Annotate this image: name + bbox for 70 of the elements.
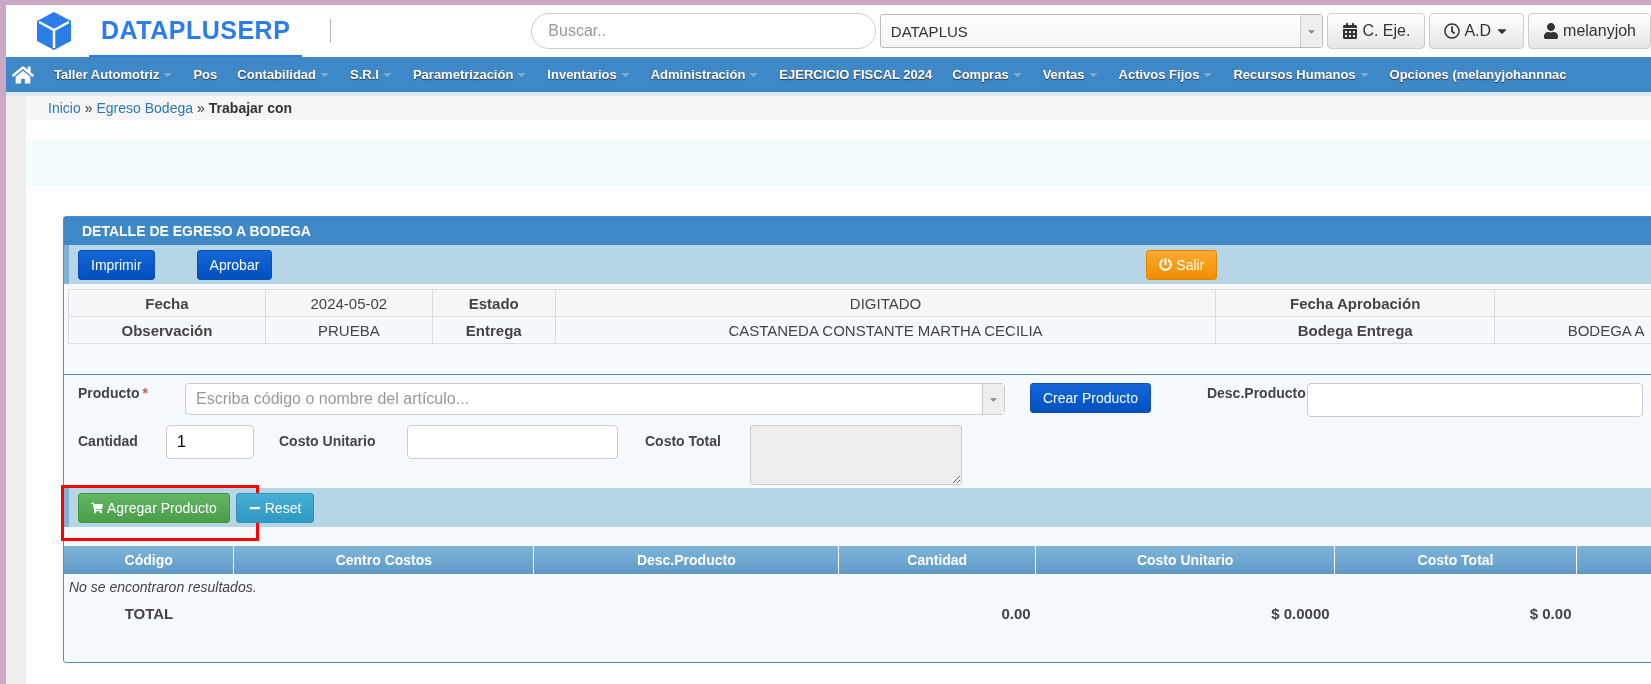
panel-title: DETALLE DE EGRESO A BODEGA: [64, 217, 1651, 245]
empty-message: No se encontraron resultados.: [64, 574, 1651, 600]
menu-item[interactable]: S.R.I: [340, 67, 403, 82]
field-label: Bodega Entrega: [1215, 316, 1495, 344]
product-select[interactable]: Escriba código o nombre del artículo...: [185, 383, 1005, 415]
breadcrumb-separator: »: [197, 100, 205, 116]
menu-item[interactable]: Taller Automotriz: [44, 67, 184, 82]
field-label: Cantidad: [78, 432, 139, 449]
field-label: Fecha: [68, 289, 266, 317]
text-area[interactable]: [750, 425, 962, 485]
cube-logo-icon: [35, 11, 73, 51]
brand-name: DATAPLUSERP: [101, 15, 291, 45]
breadcrumb-link[interactable]: Inicio: [48, 100, 81, 116]
field-label: Observación: [68, 316, 266, 344]
user-button[interactable]: melanyjoh: [1528, 13, 1651, 49]
menu-item[interactable]: Ventas: [1032, 67, 1109, 82]
clock-icon: [1444, 23, 1461, 39]
menu-item[interactable]: Opciones (melanyjohannnac: [1379, 67, 1577, 82]
field-value: CASTANEDA CONSTANTE MARTHA CECILIA: [555, 316, 1216, 344]
menu-item[interactable]: Parametrización: [402, 67, 538, 82]
column-header: Código: [64, 546, 234, 574]
power-icon: [1159, 258, 1173, 271]
column-header: Costo Unitario: [1035, 546, 1335, 574]
breadcrumb-separator: »: [84, 100, 93, 116]
column-header: Centro Costos: [233, 546, 534, 574]
clock-button[interactable]: A.D: [1429, 13, 1525, 49]
total-label: TOTAL: [123, 604, 175, 624]
page-title-text: Trabajar con: [208, 100, 293, 116]
column-header: Cantidad: [838, 546, 1036, 574]
action-button[interactable]: Agregar Producto: [78, 492, 230, 523]
calendar-button[interactable]: C. Eje.: [1327, 13, 1426, 49]
menu-item[interactable]: Contabilidad: [227, 67, 340, 82]
action-button[interactable]: Reset: [235, 492, 315, 523]
field-label: Entrega: [432, 316, 556, 344]
total-cell-text: $ 0.00: [1528, 604, 1573, 624]
calendar-icon: [1342, 23, 1359, 39]
field-label: Producto *: [78, 384, 149, 401]
company-select[interactable]: DATAPLUS: [879, 14, 1324, 48]
create-product-button[interactable]: Crear Producto: [1030, 383, 1151, 413]
toolbar-button[interactable]: Salir: [1146, 249, 1218, 280]
field-label: Costo Total: [645, 432, 722, 449]
column-header: Costo Total: [1334, 546, 1577, 574]
menu-item[interactable]: Inventarios: [537, 67, 641, 82]
field-value: PRUEBA: [265, 316, 433, 344]
input-field[interactable]: [1306, 383, 1643, 417]
menu-item[interactable]: Administración: [640, 67, 770, 82]
menu-item[interactable]: EJERCICIO FISCAL 2024: [769, 67, 943, 82]
field-value: BODEGA A: [1494, 316, 1651, 344]
menu-item[interactable]: Recursos Humanos: [1223, 67, 1380, 82]
field-label: Fecha Aprobación: [1215, 289, 1495, 317]
field-value: DIGITADO: [555, 289, 1216, 317]
home-icon[interactable]: [12, 63, 34, 86]
total-cell-text: 0.00: [1000, 604, 1032, 624]
input-field[interactable]: 1: [166, 425, 254, 459]
search-field[interactable]: Buscar..: [531, 13, 876, 49]
field-value: 2024-05-02: [265, 289, 433, 317]
toolbar-button[interactable]: Imprimir: [78, 249, 155, 280]
input-field[interactable]: [407, 425, 618, 459]
field-label: Desc.Producto: [1206, 384, 1307, 401]
total-cell-text: $ 0.0000: [1270, 604, 1331, 624]
menu-item[interactable]: Compras: [942, 67, 1033, 82]
breadcrumb-link[interactable]: Egreso Bodega: [96, 100, 193, 116]
cart-icon: [91, 501, 103, 514]
field-label: Estado: [432, 289, 556, 317]
toolbar-button[interactable]: Aprobar: [196, 249, 273, 280]
menu-item[interactable]: Activos Fijos: [1108, 67, 1224, 82]
column-header: Desc.Producto: [533, 546, 839, 574]
field-label: Costo Unitario: [279, 432, 377, 449]
user-icon: [1543, 23, 1560, 39]
menu-item[interactable]: Pos: [183, 67, 228, 82]
